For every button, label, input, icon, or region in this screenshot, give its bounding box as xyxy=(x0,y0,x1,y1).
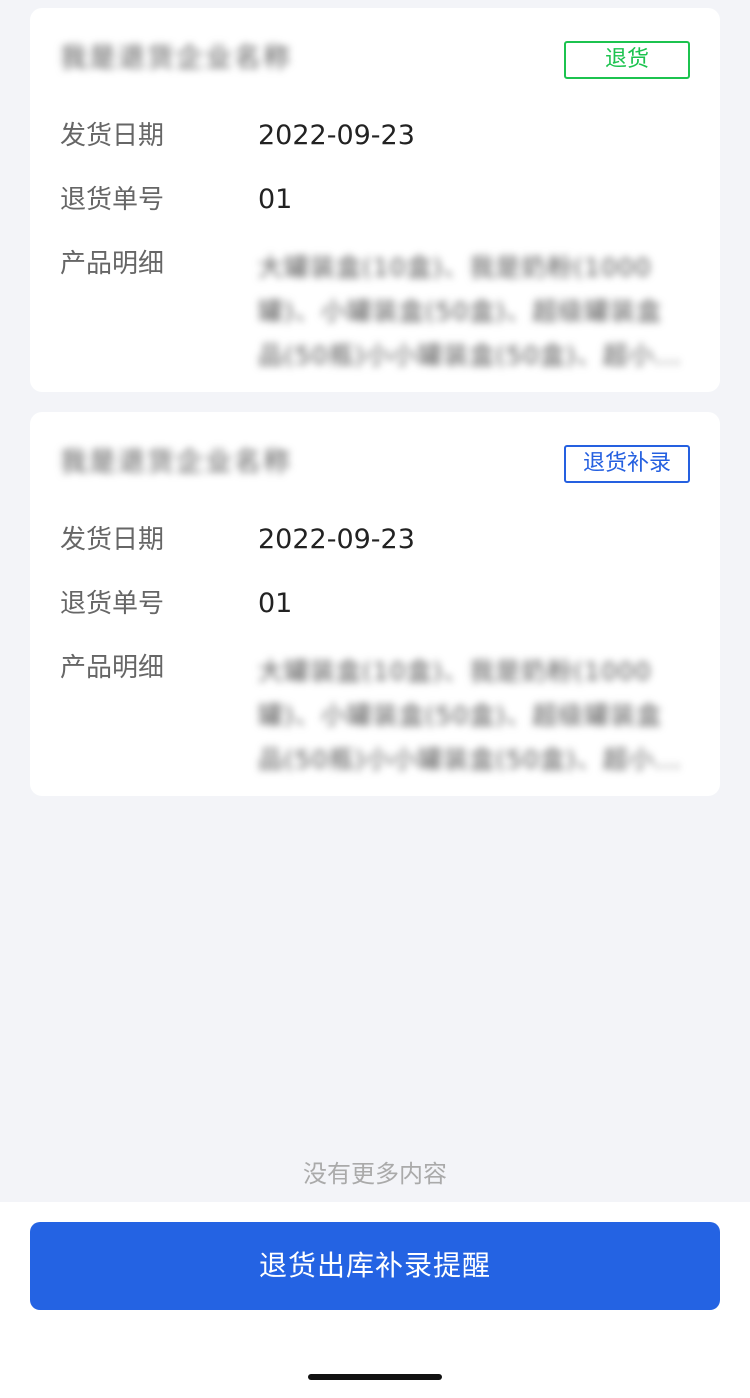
list-end-text: 没有更多内容 xyxy=(303,1160,447,1188)
home-indicator xyxy=(308,1374,442,1380)
product-detail-value: 大罐装盒(10盒)、我是奶粉(1000罐)、小罐装盒(50盒)、超级罐装盒品(5… xyxy=(258,657,682,774)
company-name: 我是退货企业名称 xyxy=(60,44,292,74)
return-card[interactable]: 我是退货企业名称 退货 发货日期 2022-09-23 退货单号 01 产品明细… xyxy=(30,8,720,392)
return-supplement-reminder-button[interactable]: 退货出库补录提醒 xyxy=(30,1222,720,1310)
product-detail-label: 产品明细 xyxy=(60,249,165,279)
status-badge: 退货 xyxy=(564,41,690,79)
ship-date-label: 发货日期 xyxy=(60,121,165,151)
product-detail-value: 大罐装盒(10盒)、我是奶粉(1000罐)、小罐装盒(50盒)、超级罐装盒品(5… xyxy=(258,253,682,370)
status-badge: 退货补录 xyxy=(564,445,690,483)
company-name: 我是退货企业名称 xyxy=(60,448,292,478)
return-no-label: 退货单号 xyxy=(60,185,165,215)
return-no-value: 01 xyxy=(258,184,293,215)
ship-date-value: 2022-09-23 xyxy=(258,524,415,555)
product-detail-label: 产品明细 xyxy=(60,653,165,683)
return-no-value: 01 xyxy=(258,588,293,619)
ship-date-label: 发货日期 xyxy=(60,525,165,555)
return-no-label: 退货单号 xyxy=(60,589,165,619)
ship-date-value: 2022-09-23 xyxy=(258,120,415,151)
footer-bar: 退货出库补录提醒 xyxy=(0,1202,750,1398)
return-card[interactable]: 我是退货企业名称 退货补录 发货日期 2022-09-23 退货单号 01 产品… xyxy=(30,412,720,796)
